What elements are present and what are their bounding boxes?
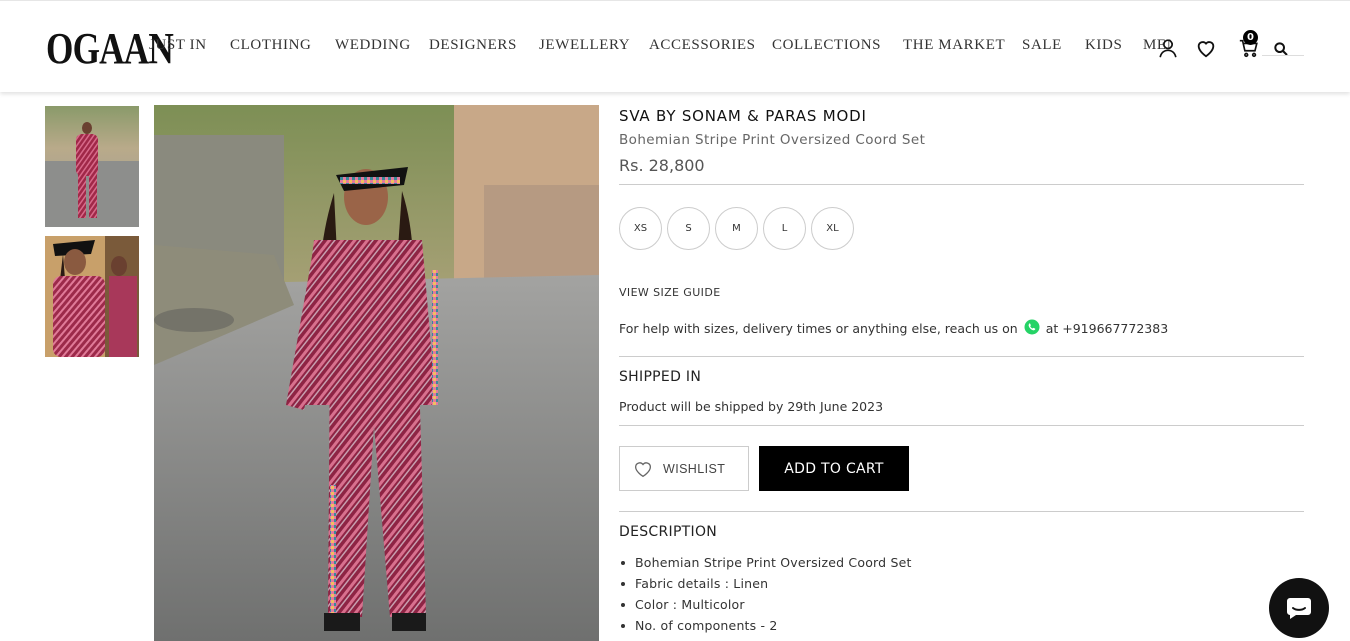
help-text-phone[interactable]: at +919667772383 bbox=[1046, 321, 1168, 336]
heart-outline-icon bbox=[634, 461, 652, 477]
help-text-prefix: For help with sizes, delivery times or a… bbox=[619, 321, 1018, 336]
product-brand[interactable]: SVA BY SONAM & PARAS MODI bbox=[619, 107, 867, 125]
nav-designers[interactable]: DESIGNERS bbox=[429, 37, 517, 54]
description-item: Color : Multicolor bbox=[621, 597, 912, 618]
nav-collections[interactable]: COLLECTIONS bbox=[772, 37, 881, 54]
divider bbox=[619, 356, 1304, 357]
product-price: Rs. 28,800 bbox=[619, 156, 705, 175]
nav-sale[interactable]: SALE bbox=[1022, 37, 1062, 54]
divider bbox=[619, 425, 1304, 426]
wishlist-label: WISHLIST bbox=[663, 461, 726, 476]
description-item: Fabric details : Linen bbox=[621, 576, 912, 597]
size-option-m[interactable]: M bbox=[715, 207, 758, 250]
description-item: No. of components - 2 bbox=[621, 618, 912, 639]
divider bbox=[619, 184, 1304, 185]
search-icon[interactable] bbox=[1273, 41, 1297, 65]
chat-bubble-icon bbox=[1287, 598, 1311, 619]
description-list: Bohemian Stripe Print Oversized Coord Se… bbox=[621, 555, 912, 639]
shipped-in-title: SHIPPED IN bbox=[619, 369, 702, 385]
nav-wedding[interactable]: WEDDING bbox=[335, 37, 411, 54]
size-option-s[interactable]: S bbox=[667, 207, 710, 250]
nav-kids[interactable]: KIDS bbox=[1085, 37, 1122, 54]
site-header: OGAAN JUST IN CLOTHING WEDDING DESIGNERS… bbox=[0, 0, 1350, 92]
user-icon[interactable] bbox=[1157, 37, 1181, 61]
nav-accessories[interactable]: ACCESSORIES bbox=[649, 37, 756, 54]
wishlist-button[interactable]: WISHLIST bbox=[619, 446, 749, 491]
add-to-cart-button[interactable]: ADD TO CART bbox=[759, 446, 909, 491]
product-main-image[interactable] bbox=[154, 105, 599, 641]
chat-button[interactable] bbox=[1269, 578, 1329, 638]
nav-jewellery[interactable]: JEWELLERY bbox=[539, 37, 630, 54]
size-option-xl[interactable]: XL bbox=[811, 207, 854, 250]
nav-just-in[interactable]: JUST IN bbox=[149, 37, 207, 54]
nav-the-market[interactable]: THE MARKET bbox=[903, 37, 1005, 54]
whatsapp-icon[interactable] bbox=[1024, 319, 1040, 335]
product-thumbnail-1[interactable] bbox=[45, 106, 139, 227]
cart-count-badge: 0 bbox=[1243, 30, 1258, 45]
description-title: DESCRIPTION bbox=[619, 524, 718, 540]
description-item: Bohemian Stripe Print Oversized Coord Se… bbox=[621, 555, 912, 576]
divider bbox=[619, 511, 1304, 512]
help-text: For help with sizes, delivery times or a… bbox=[619, 319, 1168, 336]
nav-clothing[interactable]: CLOTHING bbox=[230, 37, 311, 54]
shipped-in-text: Product will be shipped by 29th June 202… bbox=[619, 399, 884, 414]
size-option-l[interactable]: L bbox=[763, 207, 806, 250]
search-underline bbox=[1262, 55, 1304, 56]
heart-icon[interactable] bbox=[1195, 37, 1219, 61]
view-size-guide-link[interactable]: VIEW SIZE GUIDE bbox=[619, 286, 721, 299]
size-option-xs[interactable]: XS bbox=[619, 207, 662, 250]
product-name: Bohemian Stripe Print Oversized Coord Se… bbox=[619, 132, 926, 148]
product-thumbnail-2[interactable] bbox=[45, 236, 139, 357]
